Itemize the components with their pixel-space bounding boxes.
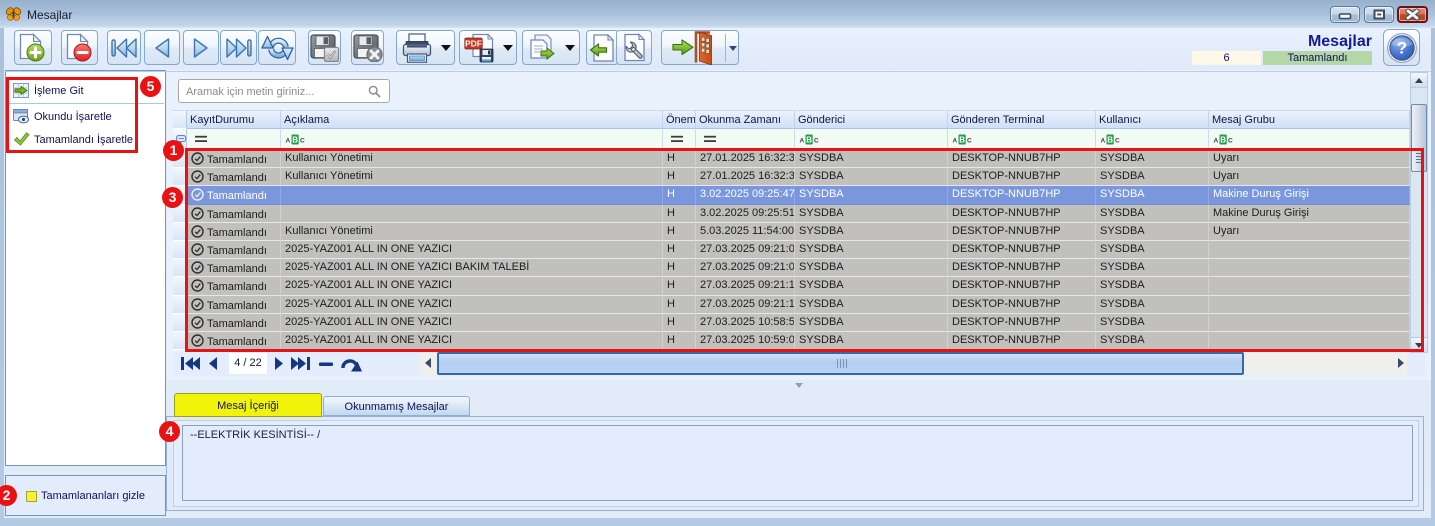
- svg-text:A: A: [800, 138, 805, 145]
- svg-text:C: C: [1115, 138, 1120, 145]
- svg-text:B: B: [1107, 136, 1113, 145]
- svg-text:?: ?: [1396, 38, 1406, 57]
- svg-text:PDF: PDF: [465, 38, 482, 48]
- svg-text:C: C: [300, 138, 305, 145]
- svg-text:B: B: [1220, 136, 1226, 145]
- svg-text:A: A: [286, 138, 291, 145]
- svg-text:A: A: [1214, 138, 1219, 145]
- svg-text:B: B: [292, 136, 298, 145]
- svg-text:A: A: [1101, 138, 1106, 145]
- svg-text:B: B: [959, 136, 965, 145]
- svg-text:C: C: [1228, 138, 1233, 145]
- svg-text:C: C: [967, 138, 972, 145]
- svg-text:A: A: [953, 138, 958, 145]
- svg-text:B: B: [806, 136, 812, 145]
- svg-text:C: C: [814, 138, 819, 145]
